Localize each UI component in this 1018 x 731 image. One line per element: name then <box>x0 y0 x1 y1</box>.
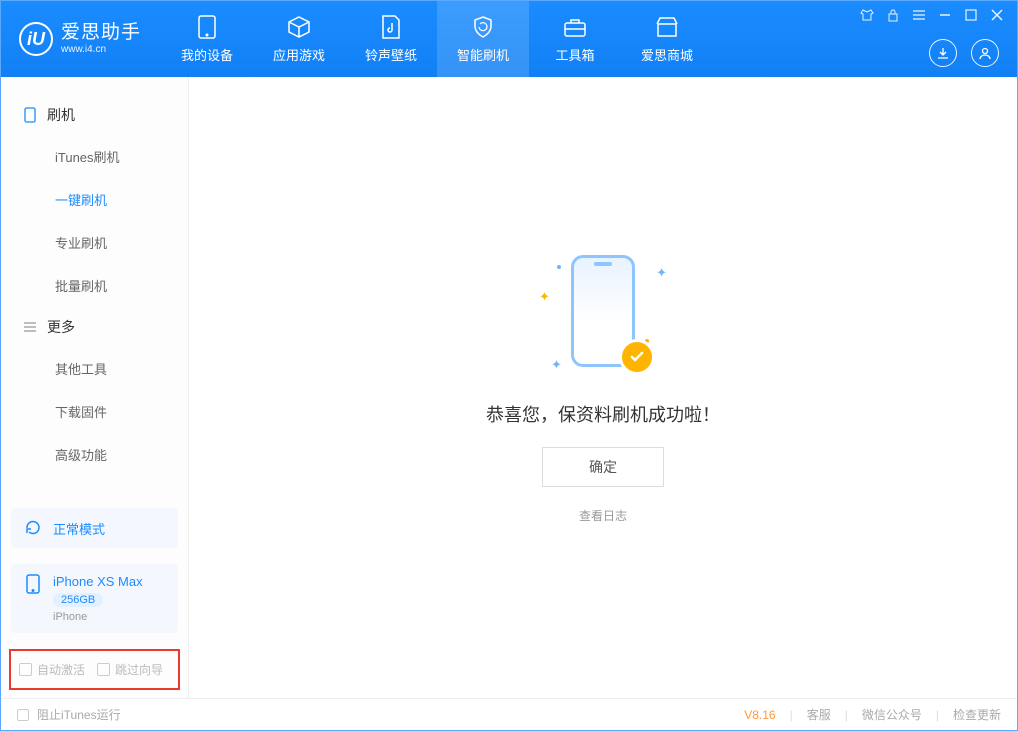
nav-label: 智能刷机 <box>457 45 509 64</box>
phone-icon <box>194 15 220 39</box>
sparkle-icon: ✦ <box>551 357 562 373</box>
device-info: iPhone XS Max 256GB iPhone <box>53 574 143 623</box>
sidebar-scroll: 刷机 iTunes刷机 一键刷机 专业刷机 批量刷机 更多 其他工具 下载固件 … <box>1 77 188 500</box>
option-label: 自动激活 <box>37 661 85 678</box>
separator: | <box>790 708 793 722</box>
device-type: iPhone <box>53 611 143 623</box>
checkbox-icon <box>19 663 32 676</box>
ok-button[interactable]: 确定 <box>542 447 664 487</box>
support-link[interactable]: 客服 <box>807 706 831 723</box>
logo-icon: iU <box>19 22 53 56</box>
check-update-link[interactable]: 检查更新 <box>953 706 1001 723</box>
list-icon <box>23 320 37 334</box>
sidebar-group-more[interactable]: 更多 <box>1 307 188 347</box>
mode-box[interactable]: 正常模式 <box>11 508 178 548</box>
nav-label: 应用游戏 <box>273 45 325 64</box>
nav-label: 我的设备 <box>181 45 233 64</box>
sidebar-item-advanced[interactable]: 高级功能 <box>1 433 188 476</box>
app-title: 爱思助手 <box>61 23 141 44</box>
wechat-link[interactable]: 微信公众号 <box>862 706 922 723</box>
sidebar-item-other-tools[interactable]: 其他工具 <box>1 347 188 390</box>
dot-icon <box>557 265 561 269</box>
shirt-icon[interactable] <box>859 7 875 23</box>
main-panel: ✦ ✦ ✦ 恭喜您，保资料刷机成功啦！ 确定 查看日志 <box>189 77 1017 698</box>
block-itunes-label[interactable]: 阻止iTunes运行 <box>37 706 121 723</box>
toolbox-icon <box>562 15 588 39</box>
minimize-button[interactable] <box>937 7 953 23</box>
body: 刷机 iTunes刷机 一键刷机 专业刷机 批量刷机 更多 其他工具 下载固件 … <box>1 77 1017 698</box>
checkbox-icon <box>97 663 110 676</box>
separator: | <box>936 708 939 722</box>
nav-ringtones[interactable]: 铃声壁纸 <box>345 1 437 77</box>
sidebar-group-flash[interactable]: 刷机 <box>1 95 188 135</box>
version-label: V8.16 <box>744 708 775 722</box>
maximize-button[interactable] <box>963 7 979 23</box>
sparkle-icon: ✦ <box>539 289 550 305</box>
sidebar: 刷机 iTunes刷机 一键刷机 专业刷机 批量刷机 更多 其他工具 下载固件 … <box>1 77 189 698</box>
sidebar-options-highlight: 自动激活 跳过向导 <box>9 649 180 690</box>
titlebar: iU 爱思助手 www.i4.cn 我的设备 应用游戏 铃声壁纸 智能刷机 <box>1 1 1017 77</box>
statusbar: 阻止iTunes运行 V8.16 | 客服 | 微信公众号 | 检查更新 <box>1 698 1017 730</box>
nav-label: 爱思商城 <box>641 45 693 64</box>
sparkle-icon: ✦ <box>656 265 667 281</box>
sidebar-item-pro-flash[interactable]: 专业刷机 <box>1 221 188 264</box>
nav-store[interactable]: 爱思商城 <box>621 1 713 77</box>
sidebar-item-oneclick-flash[interactable]: 一键刷机 <box>1 178 188 221</box>
device-name: iPhone XS Max <box>53 574 143 589</box>
checkbox-icon[interactable] <box>17 709 29 721</box>
group-title: 刷机 <box>47 105 75 125</box>
header-right <box>859 1 1005 77</box>
logo-text: 爱思助手 www.i4.cn <box>61 23 141 55</box>
nav-label: 工具箱 <box>556 45 595 64</box>
nav-my-device[interactable]: 我的设备 <box>161 1 253 77</box>
nav-flash[interactable]: 智能刷机 <box>437 1 529 77</box>
window-controls <box>859 7 1005 23</box>
cube-icon <box>286 15 312 39</box>
top-nav: 我的设备 应用游戏 铃声壁纸 智能刷机 工具箱 爱思商城 <box>161 1 713 77</box>
option-auto-activate[interactable]: 自动激活 <box>19 661 85 678</box>
close-button[interactable] <box>989 7 1005 23</box>
success-illustration: ✦ ✦ ✦ <box>523 251 683 381</box>
nav-apps[interactable]: 应用游戏 <box>253 1 345 77</box>
separator: | <box>845 708 848 722</box>
view-log-link[interactable]: 查看日志 <box>579 507 627 524</box>
user-button[interactable] <box>971 39 999 67</box>
sidebar-item-batch-flash[interactable]: 批量刷机 <box>1 264 188 307</box>
shield-refresh-icon <box>470 15 496 39</box>
app-window: iU 爱思助手 www.i4.cn 我的设备 应用游戏 铃声壁纸 智能刷机 <box>0 0 1018 731</box>
user-controls <box>929 39 1005 67</box>
option-label: 跳过向导 <box>115 661 163 678</box>
logo: iU 爱思助手 www.i4.cn <box>1 1 161 77</box>
device-storage: 256GB <box>53 593 103 607</box>
music-file-icon <box>378 15 404 39</box>
refresh-icon <box>23 518 43 538</box>
device-box[interactable]: iPhone XS Max 256GB iPhone <box>11 564 178 633</box>
store-icon <box>654 15 680 39</box>
menu-icon[interactable] <box>911 7 927 23</box>
phone-outline-icon <box>23 108 37 122</box>
footer-right: V8.16 | 客服 | 微信公众号 | 检查更新 <box>744 706 1001 723</box>
sidebar-item-itunes-flash[interactable]: iTunes刷机 <box>1 135 188 178</box>
group-title: 更多 <box>47 317 75 337</box>
option-skip-guide[interactable]: 跳过向导 <box>97 661 163 678</box>
download-button[interactable] <box>929 39 957 67</box>
nav-label: 铃声壁纸 <box>365 45 417 64</box>
device-phone-icon <box>23 574 43 594</box>
sidebar-item-download-firmware[interactable]: 下载固件 <box>1 390 188 433</box>
nav-toolbox[interactable]: 工具箱 <box>529 1 621 77</box>
app-subtitle: www.i4.cn <box>61 44 141 55</box>
check-badge-icon <box>619 339 655 375</box>
success-message: 恭喜您，保资料刷机成功啦！ <box>486 401 720 427</box>
lock-icon[interactable] <box>885 7 901 23</box>
mode-label: 正常模式 <box>53 519 105 538</box>
